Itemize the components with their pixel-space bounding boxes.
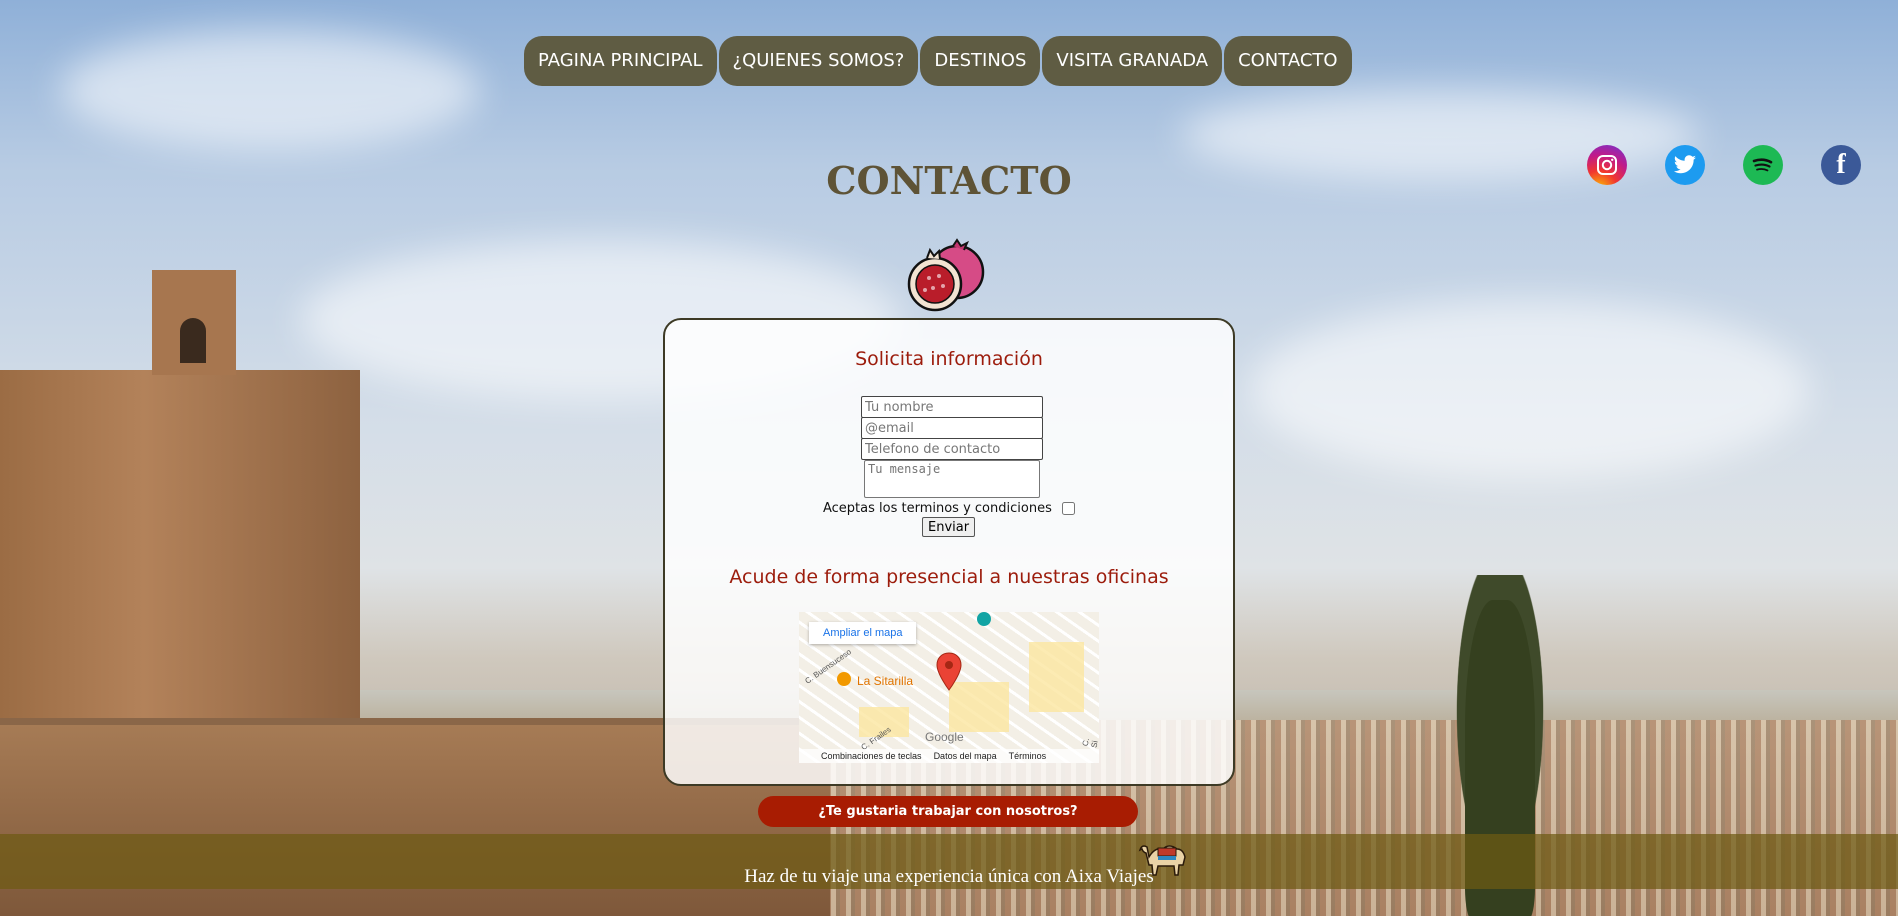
terms-link[interactable]: Términos bbox=[1009, 751, 1047, 761]
name-input[interactable] bbox=[861, 396, 1043, 418]
map-street-label: C. Si bbox=[1080, 737, 1099, 749]
google-logo: Google bbox=[925, 730, 964, 744]
terms-checkbox[interactable] bbox=[1061, 502, 1075, 515]
terms-label: Aceptas los terminos y condiciones bbox=[823, 501, 1052, 516]
expand-map-link[interactable]: Ampliar el mapa bbox=[809, 622, 917, 644]
contact-card: Solicita información Aceptas los termino… bbox=[663, 318, 1235, 786]
page-title: CONTACTO bbox=[826, 158, 1072, 203]
main-nav: PAGINA PRINCIPAL ¿QUIENES SOMOS? DESTINO… bbox=[524, 36, 1352, 86]
office-heading: Acude de forma presencial a nuestras ofi… bbox=[729, 566, 1169, 588]
nav-item-contact[interactable]: CONTACTO bbox=[1224, 36, 1352, 86]
footer-slogan: Haz de tu viaje una experiencia única co… bbox=[744, 866, 1154, 887]
restaurant-icon bbox=[837, 672, 851, 686]
work-with-us-button[interactable]: ¿Te gustaria trabajar con nosotros? bbox=[758, 796, 1138, 827]
form-heading: Solicita información bbox=[855, 348, 1043, 370]
location-pin-icon bbox=[936, 652, 962, 691]
email-input[interactable] bbox=[861, 417, 1043, 439]
phone-input[interactable] bbox=[861, 438, 1043, 460]
camel-icon bbox=[1138, 845, 1186, 876]
office-map[interactable]: C. Buensuceso C. Frailes C. Si Ampliar e… bbox=[799, 612, 1099, 763]
nav-item-home[interactable]: PAGINA PRINCIPAL bbox=[524, 36, 717, 86]
message-textarea[interactable] bbox=[864, 460, 1040, 498]
map-data-link[interactable]: Datos del mapa bbox=[934, 751, 997, 761]
map-footer: Combinaciones de teclas Datos del mapa T… bbox=[799, 749, 1099, 763]
terms-row: Aceptas los terminos y condiciones bbox=[665, 501, 1233, 516]
nav-item-visit-granada[interactable]: VISITA GRANADA bbox=[1042, 36, 1223, 86]
submit-button[interactable]: Enviar bbox=[922, 517, 976, 537]
nav-item-about[interactable]: ¿QUIENES SOMOS? bbox=[718, 36, 919, 86]
nav-item-destinations[interactable]: DESTINOS bbox=[920, 36, 1041, 86]
map-place-label[interactable]: La Sitarilla bbox=[857, 674, 913, 688]
pomegranate-icon bbox=[907, 238, 985, 312]
map-poi-icon bbox=[977, 612, 991, 626]
keyboard-shortcuts-link[interactable]: Combinaciones de teclas bbox=[821, 751, 922, 761]
